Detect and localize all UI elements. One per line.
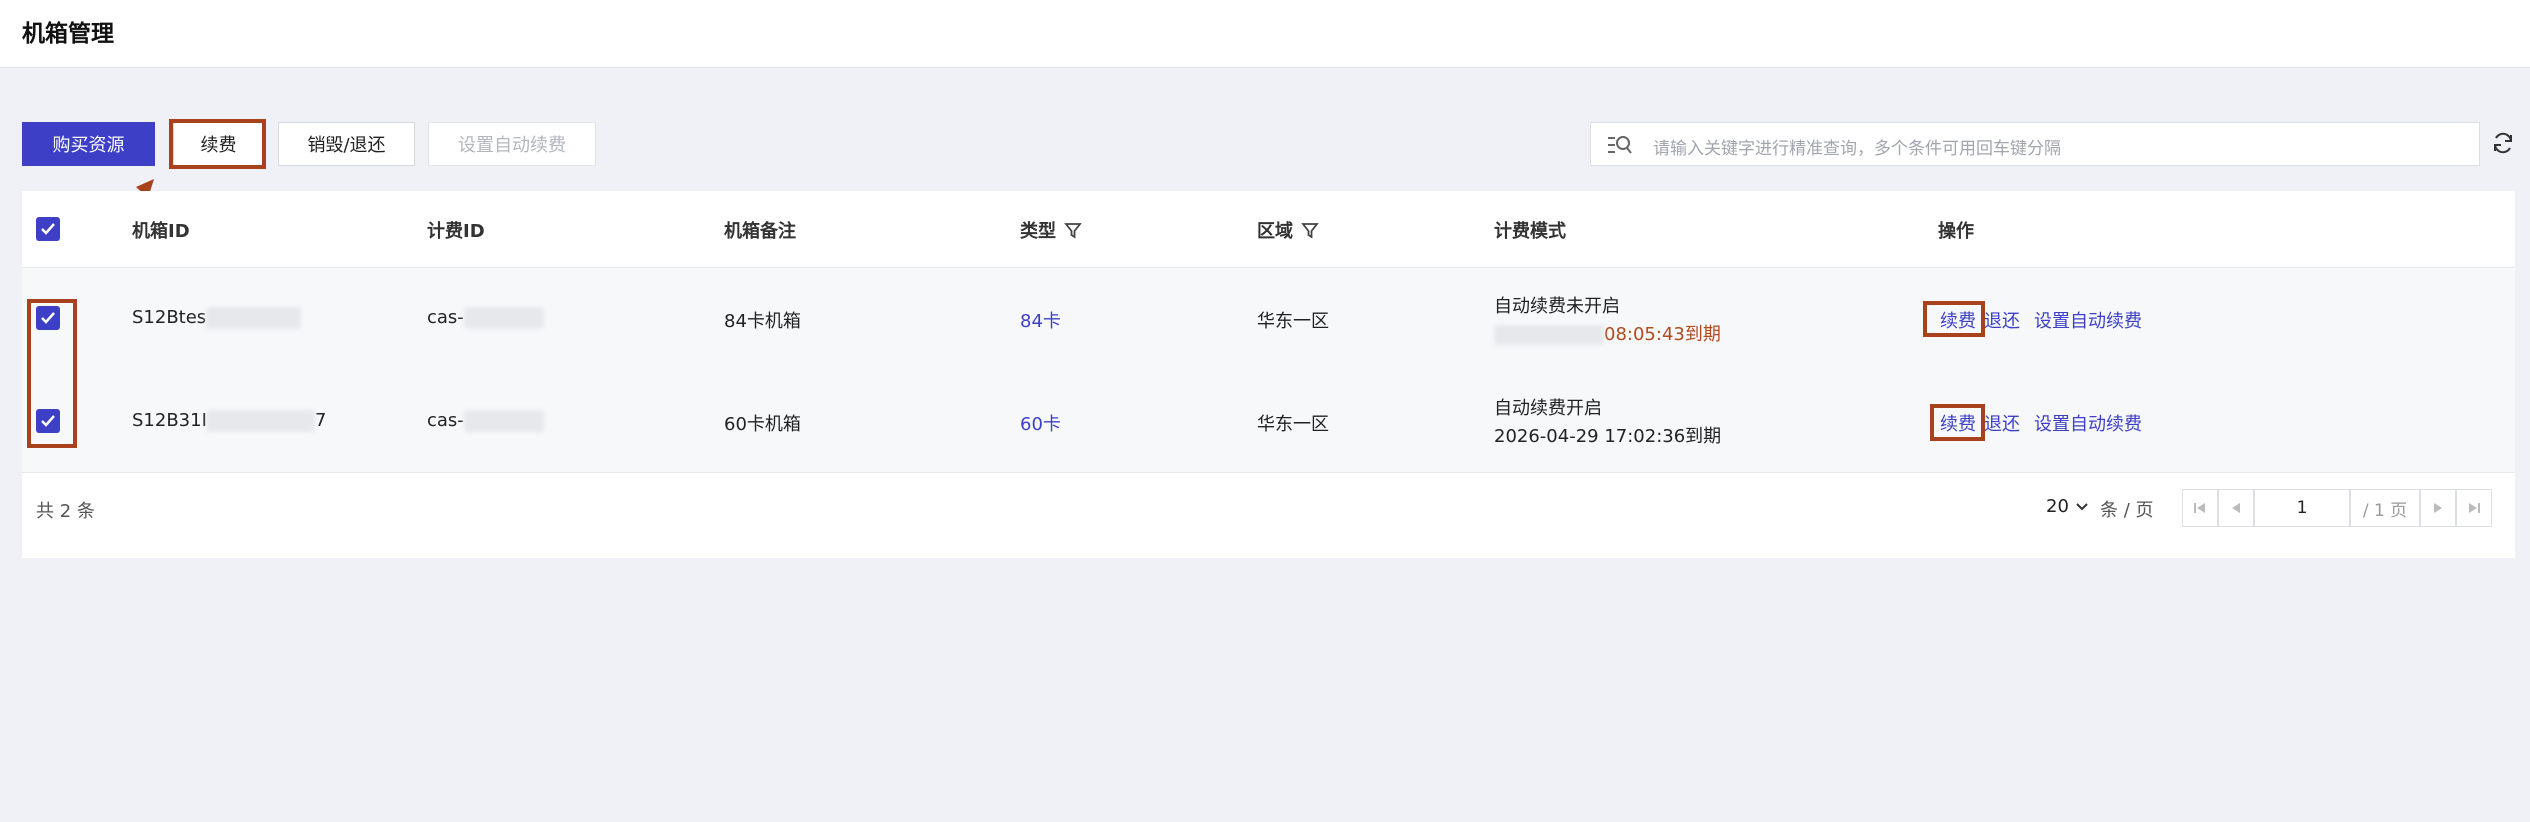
table-header: 机箱ID 计费ID 机箱备注 类型 区域 计费模式 操作 (22, 191, 2515, 268)
row-return-link[interactable]: 退还 (1984, 410, 2020, 436)
page-number-input[interactable]: 1 (2254, 489, 2350, 527)
total-pages-label: / 1 页 (2350, 489, 2420, 527)
type-filter-icon[interactable] (1064, 221, 1082, 239)
next-page-icon (2434, 503, 2442, 513)
last-page-icon (2469, 503, 2480, 513)
next-page-button[interactable] (2420, 489, 2456, 527)
billing-mode-text: 自动续费未开启 (1494, 296, 1620, 317)
page-size-value: 20 (2046, 496, 2069, 517)
chassis-id-cell: S12Btes (132, 307, 302, 329)
chassis-id-tail: 7 (314, 410, 327, 431)
select-all-checkbox[interactable] (36, 217, 60, 241)
chassis-table: 机箱ID 计费ID 机箱备注 类型 区域 计费模式 操作 S12Btes cas… (22, 191, 2515, 558)
redacted-value (463, 307, 544, 329)
row-auto-renew-link[interactable]: 设置自动续费 (2034, 410, 2142, 436)
billing-id-cell: cas- (427, 410, 544, 432)
row-return-link[interactable]: 退还 (1984, 307, 2020, 333)
column-billing-mode: 计费模式 (1494, 221, 1566, 242)
table-row: S12B31I 7 cas- 60卡机箱 60卡 华东一区 自动续费开启 2026… (22, 370, 2515, 473)
table-row: S12Btes cas- 84卡机箱 84卡 华东一区 自动续费未开启 08:0… (22, 268, 2515, 371)
column-type-label: 类型 (1020, 221, 1056, 242)
billing-id-cell: cas- (427, 307, 544, 329)
column-remark: 机箱备注 (724, 221, 796, 242)
chevron-down-icon (2075, 503, 2088, 511)
chassis-id-text: S12Btes (132, 307, 207, 328)
check-icon (41, 223, 55, 235)
first-page-icon (2194, 503, 2205, 513)
filter-search-icon (1608, 136, 1632, 154)
expire-text: 08:05:43到期 (1604, 324, 1721, 345)
redacted-value (463, 410, 544, 432)
type-link[interactable]: 60卡 (1020, 410, 1061, 436)
chassis-id-text: S12B31I (132, 410, 207, 431)
type-link[interactable]: 84卡 (1020, 307, 1061, 333)
prev-page-icon (2232, 503, 2240, 513)
per-page-label: 条 / 页 (2100, 500, 2154, 521)
checkbox-highlight (27, 299, 77, 448)
row-renew-highlight (1923, 301, 1985, 337)
prev-page-button[interactable] (2218, 489, 2254, 527)
row-renew-highlight (1930, 404, 1985, 441)
refresh-icon[interactable] (2491, 131, 2515, 155)
column-chassis-id: 机箱ID (132, 221, 190, 242)
column-billing-id: 计费ID (427, 221, 485, 242)
redacted-value (1494, 325, 1604, 345)
column-type: 类型 (1020, 217, 1082, 243)
total-count: 共 2 条 (36, 501, 95, 522)
search-placeholder: 请输入关键字进行精准查询，多个条件可用回车键分隔 (1653, 139, 2061, 159)
last-page-button[interactable] (2456, 489, 2492, 527)
billing-id-text: cas- (427, 410, 464, 431)
region-cell: 华东一区 (1257, 414, 1329, 435)
row-auto-renew-link[interactable]: 设置自动续费 (2034, 307, 2142, 333)
column-actions: 操作 (1938, 221, 1974, 242)
region-cell: 华东一区 (1257, 311, 1329, 332)
first-page-button[interactable] (2182, 489, 2218, 527)
redacted-value (206, 307, 302, 329)
chassis-id-cell: S12B31I 7 (132, 410, 326, 432)
billing-id-text: cas- (427, 307, 464, 328)
expire-text: 2026-04-29 17:02:36到期 (1494, 426, 1722, 447)
remark-cell: 60卡机箱 (724, 414, 801, 435)
remark-cell: 84卡机箱 (724, 311, 801, 332)
billing-mode-text: 自动续费开启 (1494, 398, 1602, 419)
expire-cell: 08:05:43到期 (1494, 320, 1721, 346)
column-region: 区域 (1257, 217, 1319, 243)
column-region-label: 区域 (1257, 221, 1293, 242)
page-size-select[interactable]: 20 (2046, 496, 2089, 517)
search-input[interactable]: 请输入关键字进行精准查询，多个条件可用回车键分隔 (1590, 122, 2480, 166)
region-filter-icon[interactable] (1301, 221, 1319, 239)
redacted-value (206, 410, 315, 432)
